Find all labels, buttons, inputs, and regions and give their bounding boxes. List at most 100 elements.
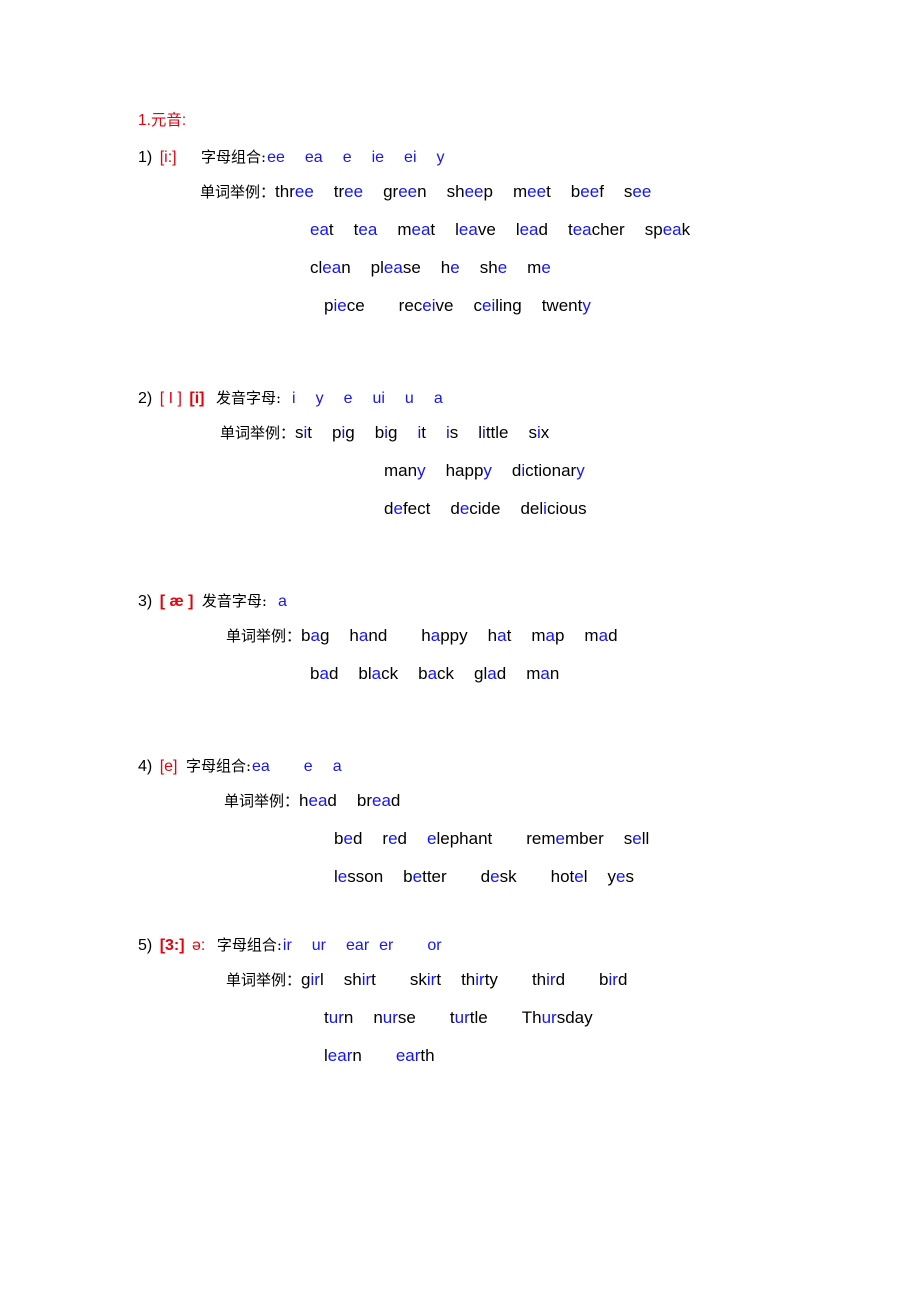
example-word: he bbox=[440, 257, 460, 277]
example-word: is bbox=[445, 422, 459, 442]
example-word: meet bbox=[512, 181, 551, 201]
example-word: me bbox=[527, 257, 551, 277]
entry-2-combo-0: i bbox=[292, 389, 296, 407]
entry-4-combo-2: a bbox=[332, 757, 342, 775]
word-examples-label: 单词举例： bbox=[224, 791, 300, 810]
example-word: piece bbox=[324, 295, 365, 315]
entry-2-ipa: [ I ] bbox=[159, 389, 182, 407]
entry-3-example-row-2: bad black back glad man bbox=[138, 655, 838, 693]
entry-5-combo-1: ur bbox=[311, 936, 327, 954]
document-body: 1.元音: 1) [i:] 字母组合:ee ea e ie ei y 单词举例：three… bbox=[138, 113, 838, 1075]
example-word: third bbox=[531, 969, 566, 989]
word-examples-label: 单词举例： bbox=[200, 182, 276, 201]
document-page: 1.元音: 1) [i:] 字母组合:ee ea e ie ei y 单词举例：three… bbox=[0, 0, 920, 1302]
example-word: eat bbox=[310, 219, 334, 239]
example-word: red bbox=[382, 828, 408, 848]
entry-2-combo-4: u bbox=[404, 389, 414, 407]
example-word: remember bbox=[526, 828, 604, 848]
entry-2-combo-1: y bbox=[315, 389, 324, 407]
example-word: defect bbox=[384, 498, 431, 518]
example-word: little bbox=[478, 422, 509, 442]
example-word: back bbox=[418, 663, 455, 683]
entry-4-example-row-2: bed red elephant remember sell bbox=[138, 820, 838, 858]
entry-1-example-row-4: piece receive ceiling twenty bbox=[138, 287, 838, 325]
vowel-entry-5: 5) [3:] ə: 字母组合:ir ur ear er or 单词举例：girl shi… bbox=[138, 930, 838, 1075]
entry-2-example-row-3: defect decide delicious bbox=[138, 490, 838, 528]
example-word: sell bbox=[623, 828, 650, 848]
entry-1-example-row-1: 单词举例：three tree green sheep meet beef see bbox=[138, 173, 838, 211]
example-word: beef bbox=[570, 181, 604, 201]
example-word: head bbox=[299, 790, 337, 810]
example-word: tea bbox=[353, 219, 378, 239]
example-word: black bbox=[358, 663, 399, 683]
entry-5-ipa-alt: ə: bbox=[192, 936, 206, 954]
entry-4-ipa: [e] bbox=[159, 757, 178, 775]
example-word: earth bbox=[395, 1045, 435, 1065]
example-word: mad bbox=[584, 625, 618, 645]
entry-1-example-row-3: clean please he she me bbox=[138, 249, 838, 287]
entry-1-combo-label: 字母组合: bbox=[201, 147, 267, 166]
example-word: better bbox=[403, 866, 447, 886]
example-word: decide bbox=[450, 498, 501, 518]
example-word: bread bbox=[356, 790, 401, 810]
entry-2-combo-label: 发音字母: bbox=[215, 388, 281, 407]
example-word: see bbox=[623, 181, 652, 201]
example-word: delicious bbox=[520, 498, 587, 518]
entry-2-ipa-alt: [i] bbox=[189, 389, 205, 407]
vowel-entry-2: 2) [ I ] [i] 发音字母: i y e ui u a 单词举例：sit pig big… bbox=[138, 383, 838, 528]
example-word: lesson bbox=[334, 866, 384, 886]
word-examples-label: 单词举例： bbox=[220, 423, 296, 442]
entry-1-combo-5: y bbox=[436, 148, 445, 166]
entry-4-example-row-1: 单词举例：head bread bbox=[138, 782, 838, 820]
example-word: glad bbox=[474, 663, 507, 683]
example-word: happy bbox=[445, 460, 492, 480]
entry-1-combo-0: ee bbox=[267, 148, 285, 166]
example-word: ceiling bbox=[473, 295, 522, 315]
example-word: pig bbox=[332, 422, 355, 442]
example-word: hotel bbox=[550, 866, 588, 886]
entry-3-combo-0: a bbox=[277, 592, 287, 610]
entry-1-example-row-2: eat tea meat leave lead teacher speak bbox=[138, 211, 838, 249]
example-word: bed bbox=[334, 828, 363, 848]
entry-3-ipa: [ æ ] bbox=[159, 592, 194, 610]
entry-1-combo-2: e bbox=[342, 148, 352, 166]
entry-2-example-row-1: 单词举例：sit pig big it is little six bbox=[138, 414, 838, 452]
example-word: yes bbox=[607, 866, 634, 886]
entry-4-header: 4) [e] 字母组合:ea e a bbox=[138, 751, 838, 782]
example-word: teacher bbox=[567, 219, 625, 239]
entry-4-example-row-3: lesson better desk hotel yes bbox=[138, 858, 838, 896]
entry-1-header: 1) [i:] 字母组合:ee ea e ie ei y bbox=[138, 142, 838, 173]
example-word: please bbox=[370, 257, 421, 277]
entry-4-combo-0: ea bbox=[252, 757, 270, 775]
word-examples-label: 单词举例： bbox=[226, 970, 302, 989]
example-word: man bbox=[526, 663, 560, 683]
example-word: learn bbox=[324, 1045, 362, 1065]
example-word: thirty bbox=[461, 969, 498, 989]
vowel-entry-3: 3) [ æ ] 发音字母: a 单词举例：bag hand happy hat map m… bbox=[138, 586, 838, 693]
entry-5-combo-label: 字母组合: bbox=[216, 935, 282, 954]
entry-1-combo-1: ea bbox=[304, 148, 323, 166]
example-word: dictionary bbox=[511, 460, 585, 480]
example-word: green bbox=[383, 181, 427, 201]
word-examples-label: 单词举例： bbox=[226, 626, 302, 645]
example-word: skirt bbox=[409, 969, 442, 989]
example-word: sheep bbox=[446, 181, 493, 201]
entry-1-index: 1) bbox=[138, 148, 153, 166]
example-word: map bbox=[531, 625, 565, 645]
entry-2-combo-2: e bbox=[343, 389, 353, 407]
example-word: happy bbox=[421, 625, 468, 645]
entry-4-combo-label: 字母组合: bbox=[185, 756, 251, 775]
example-word: girl bbox=[301, 969, 324, 989]
example-word: bad bbox=[310, 663, 339, 683]
example-word: nurse bbox=[373, 1007, 416, 1027]
entry-1-combo-4: ei bbox=[404, 148, 417, 166]
entry-5-example-row-2: turn nurse turtle Thursday bbox=[138, 999, 838, 1037]
example-word: Thursday bbox=[521, 1007, 593, 1027]
entry-5-combo-0: ir bbox=[282, 936, 292, 954]
entry-4-index: 4) bbox=[138, 757, 153, 775]
example-word: big bbox=[374, 422, 398, 442]
example-word: bag bbox=[301, 625, 330, 645]
